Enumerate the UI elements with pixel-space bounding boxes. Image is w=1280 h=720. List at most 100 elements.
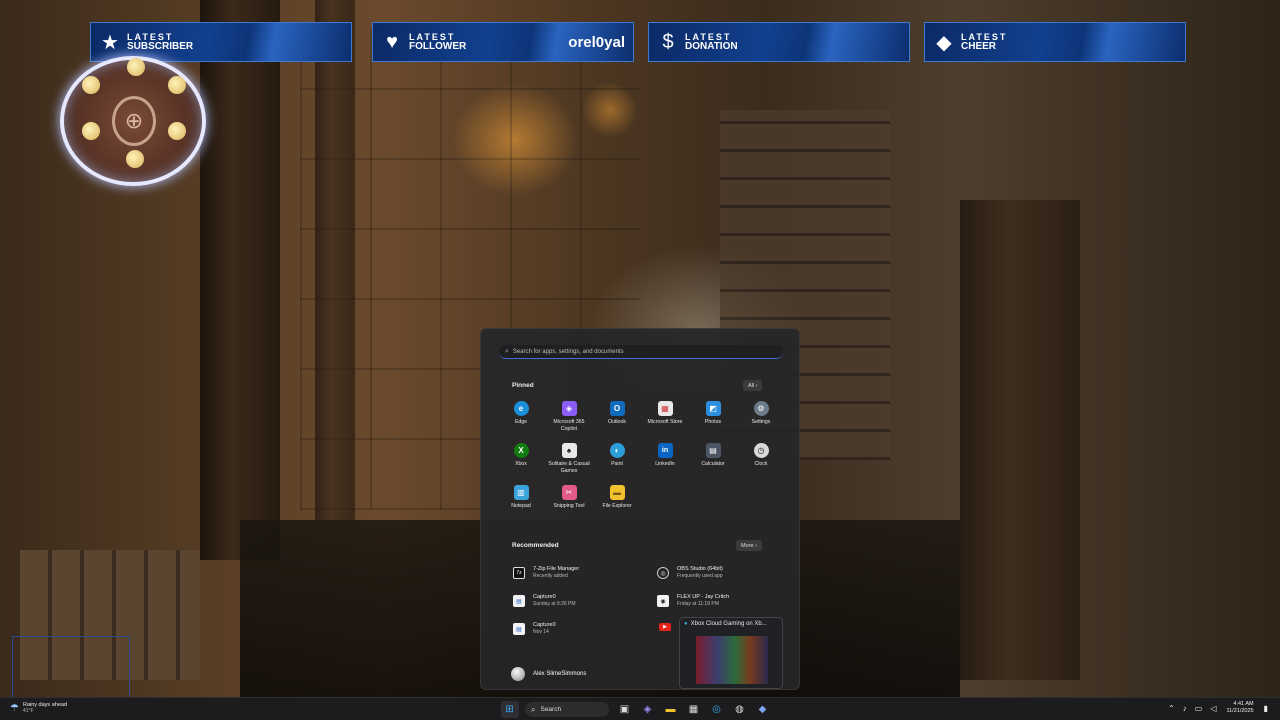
alert-latest-cheer: ◆ LATEST CHEER (924, 22, 1186, 62)
scissors-icon: ✂ (561, 485, 577, 500)
recommended-item[interactable]: ◉ FLEX UP - Jay Critch Friday at 11:18 PM (657, 594, 787, 608)
app-label: Edge (514, 419, 528, 425)
app-icon[interactable]: ◆ (754, 701, 772, 718)
pinned-app-copilot[interactable]: ◈ Microsoft 365 Copilot (545, 401, 593, 437)
app-label: Photos (704, 419, 722, 425)
weather-widget[interactable]: ☂ Rainy days ahead 41°F (10, 702, 67, 714)
rain-cloud-icon: ☂ (10, 702, 19, 714)
pinned-app-paint[interactable]: ◐ Paint (593, 443, 641, 479)
copilot-icon: ◈ (561, 401, 577, 416)
recommended-title: Recommended (512, 542, 559, 549)
app-label: LinkedIn (655, 461, 675, 467)
pinned-app-settings[interactable]: ⚙ Settings (737, 401, 785, 437)
chevron-up-icon[interactable]: ⌃ (1168, 704, 1175, 713)
wheel-dot-icon (126, 150, 144, 168)
folder-icon[interactable]: ▬ (662, 701, 680, 718)
app-label: Clock (754, 461, 768, 467)
user-name: Alex SlimeSimmons (533, 671, 587, 677)
cards-icon: ♠ (561, 443, 577, 458)
wheel-dot-icon (82, 76, 100, 94)
obs-icon: ◎ (657, 567, 669, 579)
7zip-icon: 7z (513, 567, 525, 579)
pinned-app-outlook[interactable]: O Outlook (593, 401, 641, 437)
alert-label-bottom: CHEER (961, 41, 997, 52)
rec-name: Capture0 (533, 594, 556, 600)
pinned-app-xbox[interactable]: X Xbox (497, 443, 545, 479)
alert-value: orel0yal (568, 33, 625, 51)
pinned-app-file-explorer[interactable]: ▬ File Explorer (593, 485, 641, 521)
obs-icon[interactable]: ◍ (731, 701, 749, 718)
clock-time: 4:41 AM (1233, 701, 1254, 707)
rec-sub: Friday at 11:18 PM (677, 601, 719, 607)
recommended-item[interactable]: ▤ Capture0 Sunday at 9:26 PM (513, 594, 643, 608)
search-icon: ⌕ (505, 347, 509, 355)
app-label: Microsoft Store (647, 419, 683, 425)
game-compass-wheel: ⊕ (60, 56, 206, 186)
copilot-icon[interactable]: ◈ (639, 701, 657, 718)
pinned-app-linkedin[interactable]: in LinkedIn (641, 443, 689, 479)
taskbar-apps: ⊞ ⌕ Search ▣ ◈ ▬ ▦ ◎ ◍ ◆ (498, 701, 774, 718)
app-label: File Explorer (602, 503, 632, 509)
game-pillar-left (200, 0, 280, 560)
pinned-app-notepad[interactable]: ▥ Notepad (497, 485, 545, 521)
weather-temp: 41°F (22, 708, 34, 714)
rec-name: FLEX UP - Jay Critch (677, 594, 730, 600)
app-label: Snipping Tool (553, 503, 585, 509)
heart-icon: ♥ (386, 30, 398, 53)
microphone-icon[interactable]: ♪ (1183, 704, 1187, 713)
start-button[interactable]: ⊞ (500, 701, 519, 718)
volume-icon[interactable]: ◁ (1210, 704, 1216, 713)
game-pillar-right (960, 200, 1080, 680)
calculator-icon: ▤ (705, 443, 721, 458)
youtube-icon[interactable]: ▶ (659, 623, 671, 631)
taskbar-preview-window[interactable]: ● Xbox Cloud Gaming on Xb... (679, 617, 783, 689)
pinned-app-store[interactable]: ▦ Microsoft Store (641, 401, 689, 437)
notification-icon[interactable]: ▮ (1264, 704, 1268, 713)
network-icon[interactable]: ▭ (1195, 704, 1203, 713)
document-icon: ▤ (513, 595, 525, 607)
pinned-app-calculator[interactable]: ▤ Calculator (689, 443, 737, 479)
more-button[interactable]: More › (736, 540, 762, 551)
app-label: Microsoft 365 Copilot (553, 419, 585, 432)
pinned-app-clock[interactable]: ◷ Clock (737, 443, 785, 479)
wheel-dot-icon (82, 122, 100, 140)
avatar (511, 667, 525, 681)
app-label: Notepad (511, 503, 531, 509)
rec-name: Capture0 (533, 622, 556, 628)
store-icon: ▦ (657, 401, 673, 416)
rec-sub: Recently added (533, 573, 568, 579)
app-label: Xbox (515, 461, 527, 467)
pinned-app-solitaire[interactable]: ♠ Solitaire & Casual Games (545, 443, 593, 479)
all-apps-button[interactable]: All › (743, 380, 763, 391)
alert-label-bottom: SUBSCRIBER (127, 41, 194, 52)
pinned-app-photos[interactable]: ◩ Photos (689, 401, 737, 437)
search-icon: ⌕ (531, 704, 536, 714)
clock-icon: ◷ (753, 443, 769, 458)
rec-name: OBS Studio (64bit) (677, 566, 723, 572)
preview-title-text: Xbox Cloud Gaming on Xb... (690, 621, 767, 627)
xbox-icon: X (513, 443, 529, 458)
edge-icon: ● (684, 621, 688, 627)
wheel-dot-icon (127, 58, 145, 76)
app-label: Settings (751, 419, 771, 425)
task-view-icon[interactable]: ▣ (616, 701, 634, 718)
pinned-app-snipping-tool[interactable]: ✂ Snipping Tool (545, 485, 593, 521)
recommended-item[interactable]: ◎ OBS Studio (64bit) Frequently used app (657, 566, 787, 580)
recommended-item[interactable]: 7z 7-Zip File Manager Recently added (513, 566, 643, 580)
store-icon[interactable]: ▦ (685, 701, 703, 718)
search-placeholder: Search for apps, settings, and documents (512, 348, 624, 355)
pinned-app-edge[interactable]: e Edge (497, 401, 545, 437)
app-label: Calculator (701, 461, 725, 467)
taskbar: ☂ Rainy days ahead 41°F ⊞ ⌕ Search ▣ ◈ ▬… (0, 697, 1280, 720)
taskbar-search-label: Search (540, 706, 562, 713)
alert-label-bottom: DONATION (685, 41, 738, 52)
clock[interactable]: 4:41 AM 11/21/2025 (1226, 701, 1253, 715)
user-profile-button[interactable]: Alex SlimeSimmons (511, 667, 586, 681)
start-search-input[interactable]: ⌕ Search for apps, settings, and documen… (499, 345, 783, 359)
edge-icon[interactable]: ◎ (708, 701, 726, 718)
taskbar-search-input[interactable]: ⌕ Search (525, 702, 609, 717)
recommended-item[interactable]: ▤ Capture0 Nov 14 (513, 622, 643, 636)
edge-icon: e (513, 401, 529, 416)
wheel-dot-icon (168, 122, 186, 140)
alert-latest-follower: ♥ LATEST FOLLOWER orel0yal (372, 22, 634, 62)
